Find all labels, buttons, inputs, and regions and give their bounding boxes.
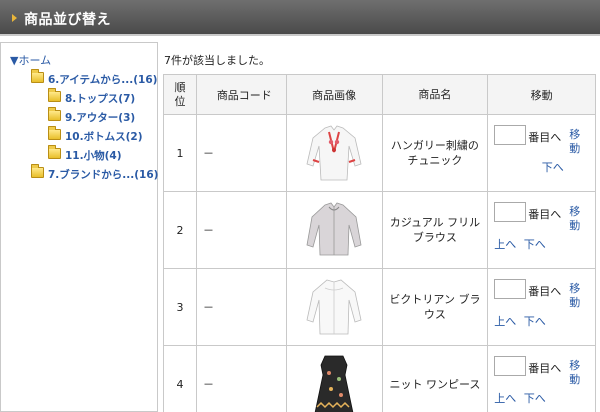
move-down-link[interactable]: 下へ xyxy=(524,392,546,405)
tree-item-accessories[interactable]: 11.小物(4) xyxy=(65,148,122,163)
image-cell xyxy=(285,345,383,412)
page-header: 商品並び替え xyxy=(0,0,600,36)
rank-cell: 2 xyxy=(163,191,197,269)
table-row: 2 － カジュアル フリル ブラウス 番目へ 移動 上へ 下へ xyxy=(163,191,596,269)
move-suffix-label: 番目へ xyxy=(528,362,562,375)
move-suffix-label: 番目へ xyxy=(528,208,562,221)
name-cell: ビクトリアン ブラウス xyxy=(381,268,489,346)
tree-item-tops[interactable]: 8.トップス(7) xyxy=(65,91,135,106)
code-cell: － xyxy=(195,345,287,412)
col-header-code: 商品コード xyxy=(195,74,287,115)
tree-item-brands[interactable]: 7.ブランドから...(16) xyxy=(48,167,158,182)
code-cell: － xyxy=(195,114,287,192)
black-knit-dress-image[interactable] xyxy=(303,353,365,412)
col-header-image: 商品画像 xyxy=(285,74,383,115)
col-header-name: 商品名 xyxy=(381,74,489,115)
move-down-link[interactable]: 下へ xyxy=(524,238,546,251)
code-cell: － xyxy=(195,268,287,346)
tree-item-bottoms[interactable]: 10.ボトムス(2) xyxy=(65,129,143,144)
folder-icon xyxy=(31,164,44,178)
rank-cell: 1 xyxy=(163,114,197,192)
rank-cell: 4 xyxy=(163,345,197,412)
table-header-row: 順位 商品コード 商品画像 商品名 移動 xyxy=(163,74,596,115)
arrow-right-icon xyxy=(12,14,17,22)
tree-root-home[interactable]: ▼ホーム xyxy=(10,52,51,68)
white-victorian-blouse-image[interactable] xyxy=(303,276,365,338)
page-title: 商品並び替え xyxy=(24,12,111,28)
tree-item-items[interactable]: 6.アイテムから...(16) xyxy=(48,72,157,87)
folder-icon xyxy=(48,126,61,140)
move-cell: 番目へ 移動 上へ 下へ xyxy=(487,268,596,346)
image-cell xyxy=(285,114,383,192)
move-position-input[interactable] xyxy=(494,125,527,145)
move-button[interactable]: 移動 xyxy=(569,205,581,233)
gray-frill-blouse-image[interactable] xyxy=(303,199,365,261)
move-up-link[interactable]: 上へ xyxy=(494,315,516,328)
folder-icon xyxy=(48,107,61,121)
col-header-rank: 順位 xyxy=(163,74,197,115)
rank-cell: 3 xyxy=(163,268,197,346)
image-cell xyxy=(285,268,383,346)
table-row: 3 － ビクトリアン ブラウス 番目へ 移動 上へ 下へ xyxy=(163,268,596,346)
table-row: 4 － ニット ワンピース 番目へ 移動 上へ 下へ xyxy=(163,345,596,412)
folder-icon xyxy=(31,69,44,83)
move-position-input[interactable] xyxy=(494,356,527,376)
move-button[interactable]: 移動 xyxy=(569,282,581,310)
folder-icon xyxy=(48,145,61,159)
move-button[interactable]: 移動 xyxy=(569,359,581,387)
image-cell xyxy=(285,191,383,269)
move-suffix-label: 番目へ xyxy=(528,285,562,298)
move-cell: 番目へ 移動 上へ 下へ xyxy=(487,114,596,192)
move-down-link[interactable]: 下へ xyxy=(542,161,564,174)
table-row: 1 － ハンガリー刺繍のチュニック 番目へ 移動 下へ xyxy=(163,114,596,192)
move-position-input[interactable] xyxy=(494,279,527,299)
code-cell: － xyxy=(195,191,287,269)
product-table: 順位 商品コード 商品画像 商品名 移動 1 － ハンガリー刺繍のチュニック 番… xyxy=(163,74,596,412)
category-tree: ▼ホーム 6.アイテムから...(16) 8.トップス(7) 9.アウター(3)… xyxy=(0,42,158,412)
move-cell: 番目へ 移動 上へ 下へ xyxy=(487,191,596,269)
name-cell: カジュアル フリル ブラウス xyxy=(381,191,489,269)
move-suffix-label: 番目へ xyxy=(528,131,562,144)
name-cell: ハンガリー刺繍のチュニック xyxy=(381,114,489,192)
main-content: 7件が該当しました。 順位 商品コード 商品画像 商品名 移動 1 － ハンガリ… xyxy=(160,42,600,412)
tree-item-outer[interactable]: 9.アウター(3) xyxy=(65,110,135,125)
move-button[interactable]: 移動 xyxy=(569,128,581,156)
move-cell: 番目へ 移動 上へ 下へ xyxy=(487,345,596,412)
move-position-input[interactable] xyxy=(494,202,527,222)
result-count: 7件が該当しました。 xyxy=(164,54,270,67)
move-down-link[interactable]: 下へ xyxy=(524,315,546,328)
move-up-link[interactable]: 上へ xyxy=(494,238,516,251)
name-cell: ニット ワンピース xyxy=(381,345,489,412)
move-up-link[interactable]: 上へ xyxy=(494,392,516,405)
col-header-move: 移動 xyxy=(487,74,596,115)
folder-icon xyxy=(48,88,61,102)
white-embroidered-tunic-image[interactable] xyxy=(303,122,365,184)
